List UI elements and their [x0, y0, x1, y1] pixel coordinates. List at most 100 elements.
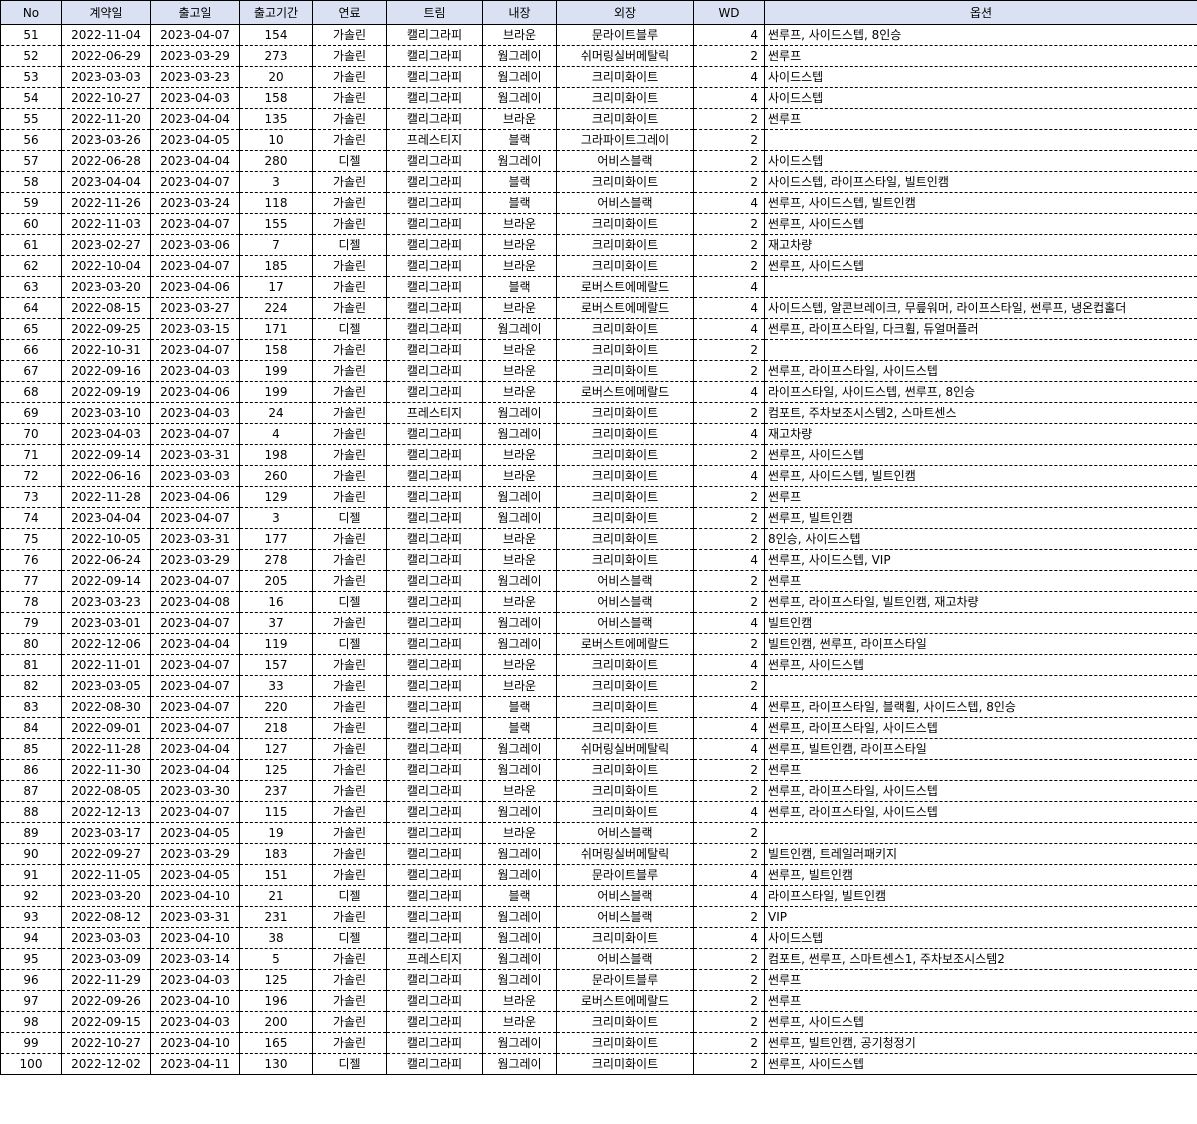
cell-contract-date[interactable]: 2022-10-31: [61, 339, 151, 361]
cell-release-period[interactable]: 177: [239, 528, 313, 550]
cell-interior[interactable]: 브라운: [482, 822, 557, 844]
cell-wd[interactable]: 4: [693, 549, 765, 571]
cell-trim[interactable]: 캘리그라피: [386, 822, 483, 844]
cell-release-period[interactable]: 3: [239, 171, 313, 193]
cell-options[interactable]: 사이드스텝, 라이프스타일, 빌트인캠: [764, 171, 1197, 193]
cell-contract-date[interactable]: 2022-09-19: [61, 381, 151, 403]
cell-interior[interactable]: 브라운: [482, 591, 557, 613]
cell-options[interactable]: 컴포트, 썬루프, 스마트센스1, 주차보조시스템2: [764, 948, 1197, 970]
cell-fuel[interactable]: 가솔린: [312, 87, 387, 109]
cell-release-period[interactable]: 165: [239, 1032, 313, 1054]
cell-wd[interactable]: 2: [693, 1053, 765, 1075]
cell-options[interactable]: VIP: [764, 906, 1197, 928]
cell-contract-date[interactable]: 2022-09-15: [61, 1011, 151, 1033]
cell-fuel[interactable]: 가솔린: [312, 402, 387, 424]
cell-exterior[interactable]: 크리미화이트: [556, 87, 694, 109]
cell-release-date[interactable]: 2023-04-10: [150, 990, 240, 1012]
cell-fuel[interactable]: 디젤: [312, 507, 387, 529]
cell-exterior[interactable]: 크리미화이트: [556, 318, 694, 340]
cell-release-period[interactable]: 3: [239, 507, 313, 529]
cell-options[interactable]: [764, 276, 1197, 298]
cell-exterior[interactable]: 크리미화이트: [556, 1032, 694, 1054]
cell-trim[interactable]: 캘리그라피: [386, 24, 483, 46]
cell-options[interactable]: 썬루프, 사이드스텝: [764, 1011, 1197, 1033]
cell-trim[interactable]: 캘리그라피: [386, 192, 483, 214]
cell-options[interactable]: 사이드스텝, 알콘브레이크, 무릎워머, 라이프스타일, 썬루프, 냉온컵홀더: [764, 297, 1197, 319]
cell-interior[interactable]: 웜그레이: [482, 1032, 557, 1054]
cell-fuel[interactable]: 가솔린: [312, 465, 387, 487]
cell-exterior[interactable]: 크리미화이트: [556, 654, 694, 676]
cell-options[interactable]: 사이드스텝: [764, 87, 1197, 109]
cell-wd[interactable]: 2: [693, 339, 765, 361]
cell-no[interactable]: 99: [0, 1032, 62, 1054]
cell-no[interactable]: 76: [0, 549, 62, 571]
cell-release-date[interactable]: 2023-04-04: [150, 150, 240, 172]
cell-interior[interactable]: 브라운: [482, 381, 557, 403]
cell-trim[interactable]: 캘리그라피: [386, 612, 483, 634]
cell-no[interactable]: 90: [0, 843, 62, 865]
cell-exterior[interactable]: 크리미화이트: [556, 507, 694, 529]
cell-trim[interactable]: 캘리그라피: [386, 66, 483, 88]
cell-wd[interactable]: 2: [693, 507, 765, 529]
cell-no[interactable]: 82: [0, 675, 62, 697]
cell-fuel[interactable]: 디젤: [312, 1053, 387, 1075]
cell-no[interactable]: 68: [0, 381, 62, 403]
cell-release-date[interactable]: 2023-04-07: [150, 24, 240, 46]
cell-no[interactable]: 70: [0, 423, 62, 445]
cell-trim[interactable]: 캘리그라피: [386, 591, 483, 613]
cell-interior[interactable]: 브라운: [482, 234, 557, 256]
cell-wd[interactable]: 2: [693, 45, 765, 67]
cell-contract-date[interactable]: 2023-04-03: [61, 423, 151, 445]
cell-trim[interactable]: 캘리그라피: [386, 423, 483, 445]
cell-no[interactable]: 53: [0, 66, 62, 88]
cell-release-period[interactable]: 196: [239, 990, 313, 1012]
cell-release-date[interactable]: 2023-03-31: [150, 906, 240, 928]
header-trim[interactable]: 트림: [386, 0, 483, 25]
header-release-date[interactable]: 출고일: [150, 0, 240, 25]
cell-release-period[interactable]: 273: [239, 45, 313, 67]
cell-trim[interactable]: 캘리그라피: [386, 255, 483, 277]
cell-contract-date[interactable]: 2022-11-30: [61, 759, 151, 781]
cell-exterior[interactable]: 크리미화이트: [556, 465, 694, 487]
cell-release-period[interactable]: 135: [239, 108, 313, 130]
cell-fuel[interactable]: 가솔린: [312, 1032, 387, 1054]
cell-no[interactable]: 58: [0, 171, 62, 193]
cell-contract-date[interactable]: 2022-11-28: [61, 486, 151, 508]
cell-options[interactable]: 썬루프, 사이드스텝: [764, 1053, 1197, 1075]
cell-release-date[interactable]: 2023-03-29: [150, 549, 240, 571]
cell-release-period[interactable]: 21: [239, 885, 313, 907]
cell-options[interactable]: 썬루프, 라이프스타일, 블랙휠, 사이드스텝, 8인승: [764, 696, 1197, 718]
cell-release-period[interactable]: 155: [239, 213, 313, 235]
cell-interior[interactable]: 웜그레이: [482, 906, 557, 928]
cell-contract-date[interactable]: 2023-04-04: [61, 171, 151, 193]
cell-options[interactable]: 썬루프: [764, 759, 1197, 781]
cell-release-period[interactable]: 185: [239, 255, 313, 277]
cell-release-period[interactable]: 130: [239, 1053, 313, 1075]
cell-release-period[interactable]: 4: [239, 423, 313, 445]
cell-wd[interactable]: 4: [693, 192, 765, 214]
cell-release-period[interactable]: 19: [239, 822, 313, 844]
cell-options[interactable]: 라이프스타일, 빌트인캠: [764, 885, 1197, 907]
cell-no[interactable]: 83: [0, 696, 62, 718]
cell-trim[interactable]: 캘리그라피: [386, 381, 483, 403]
cell-options[interactable]: [764, 129, 1197, 151]
cell-release-period[interactable]: 119: [239, 633, 313, 655]
cell-exterior[interactable]: 크리미화이트: [556, 1011, 694, 1033]
cell-wd[interactable]: 2: [693, 171, 765, 193]
cell-exterior[interactable]: 그라파이트그레이: [556, 129, 694, 151]
cell-exterior[interactable]: 크리미화이트: [556, 1053, 694, 1075]
cell-release-date[interactable]: 2023-03-27: [150, 297, 240, 319]
cell-wd[interactable]: 2: [693, 570, 765, 592]
cell-fuel[interactable]: 가솔린: [312, 843, 387, 865]
cell-contract-date[interactable]: 2022-10-05: [61, 528, 151, 550]
cell-contract-date[interactable]: 2022-09-25: [61, 318, 151, 340]
cell-interior[interactable]: 웜그레이: [482, 45, 557, 67]
cell-fuel[interactable]: 디젤: [312, 885, 387, 907]
cell-fuel[interactable]: 가솔린: [312, 297, 387, 319]
cell-release-period[interactable]: 38: [239, 927, 313, 949]
cell-release-date[interactable]: 2023-03-31: [150, 528, 240, 550]
cell-trim[interactable]: 프레스티지: [386, 129, 483, 151]
cell-fuel[interactable]: 가솔린: [312, 549, 387, 571]
cell-fuel[interactable]: 가솔린: [312, 969, 387, 991]
cell-exterior[interactable]: 크리미화이트: [556, 171, 694, 193]
